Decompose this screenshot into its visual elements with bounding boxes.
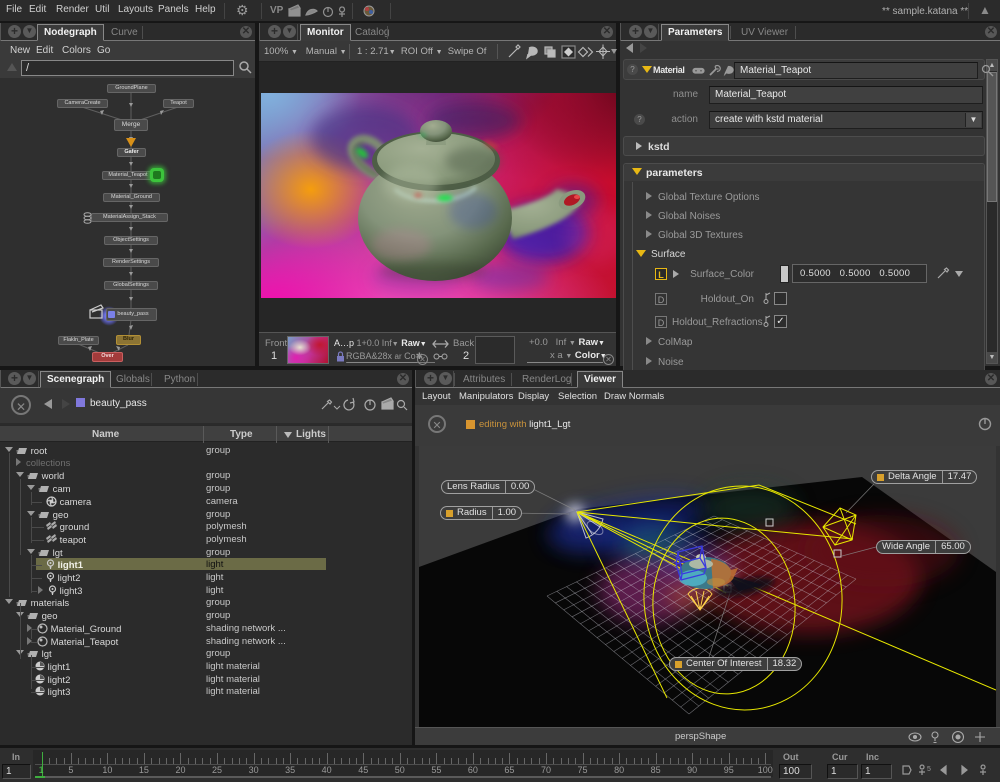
svg-text:5: 5 bbox=[927, 766, 931, 773]
